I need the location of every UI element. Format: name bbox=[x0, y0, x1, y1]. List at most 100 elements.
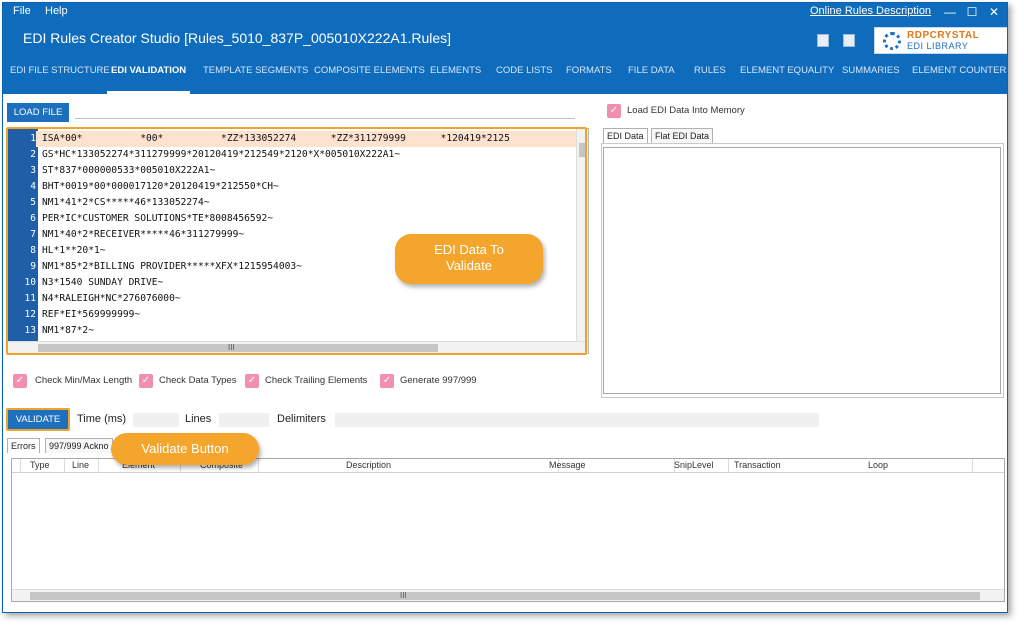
menu-file[interactable]: File bbox=[13, 5, 31, 17]
grid-horizontal-scrollbar[interactable]: III bbox=[12, 589, 1004, 601]
line-content: N4*RALEIGH*NC*276076000~ bbox=[42, 293, 181, 304]
scroll-grip: III bbox=[228, 343, 235, 352]
column-header-type[interactable]: Type bbox=[30, 460, 50, 470]
delimiters-value bbox=[335, 413, 819, 427]
tab-code-lists[interactable]: CODE LISTS bbox=[496, 58, 553, 94]
line-content: REF*EI*569999999~ bbox=[42, 309, 141, 320]
logo-text-top: RDPCRYSTAL bbox=[907, 30, 980, 41]
time-label: Time (ms) bbox=[77, 413, 127, 425]
line-number: 5 bbox=[30, 197, 36, 208]
rdpcrystal-logo: RDPCRYSTAL EDI LIBRARY bbox=[874, 27, 1007, 54]
online-rules-link[interactable]: Online Rules Description bbox=[810, 5, 931, 17]
editor-line[interactable]: 13 NM1*87*2~ bbox=[8, 323, 588, 339]
column-header-description[interactable]: Description bbox=[346, 460, 391, 470]
gear-logo-icon bbox=[883, 32, 901, 50]
column-header-message[interactable]: Message bbox=[549, 460, 586, 470]
line-number: 7 bbox=[30, 229, 36, 240]
editor-line[interactable]: 11 N4*RALEIGH*NC*276076000~ bbox=[8, 291, 588, 307]
column-separator[interactable] bbox=[258, 459, 259, 473]
tab-elements[interactable]: ELEMENTS bbox=[430, 58, 481, 94]
edi-data-view[interactable] bbox=[603, 147, 1001, 394]
column-header-transaction[interactable]: Transaction bbox=[734, 460, 781, 470]
tab-formats[interactable]: FORMATS bbox=[566, 58, 612, 94]
tab-file-data[interactable]: FILE DATA bbox=[628, 58, 675, 94]
line-number: 11 bbox=[24, 293, 36, 304]
validation-status-row: VALIDATE Time (ms) Lines Delimiters bbox=[3, 410, 1007, 430]
checkbox-checked-icon[interactable]: ✓ bbox=[139, 374, 153, 388]
file-path-field[interactable] bbox=[75, 118, 575, 119]
lines-label: Lines bbox=[185, 413, 212, 425]
tab-flat-edi-data[interactable]: Flat EDI Data bbox=[651, 128, 714, 143]
menu-bar: File Help Online Rules Description — ☐ ✕ bbox=[3, 3, 1007, 22]
column-separator[interactable] bbox=[972, 459, 973, 473]
editor-line[interactable]: 5 NM1*41*2*CS*****46*133052274~ bbox=[8, 195, 588, 211]
time-value bbox=[133, 413, 179, 427]
column-header-line[interactable]: Line bbox=[72, 460, 89, 470]
tab-errors[interactable]: Errors bbox=[7, 438, 40, 453]
tab-edi-file-structure[interactable]: EDI FILE STRUCTURE bbox=[10, 58, 110, 94]
checkbox-checked-icon[interactable]: ✓ bbox=[607, 104, 621, 118]
load-file-button[interactable]: LOAD FILE bbox=[7, 103, 69, 122]
column-separator[interactable] bbox=[98, 459, 99, 473]
line-number: 2 bbox=[30, 149, 36, 160]
app-title: EDI Rules Creator Studio [Rules_5010_837… bbox=[23, 30, 452, 46]
document-icon[interactable] bbox=[843, 34, 855, 47]
editor-horizontal-scrollbar[interactable]: III bbox=[8, 341, 588, 353]
title-bar: EDI Rules Creator Studio [Rules_5010_837… bbox=[3, 22, 1007, 58]
line-content: HL*1**20*1~ bbox=[42, 245, 106, 256]
validate-button[interactable]: VALIDATE bbox=[7, 410, 69, 430]
app-window: File Help Online Rules Description — ☐ ✕… bbox=[2, 2, 1008, 613]
line-content: ST*837*000000533*005010X222A1~ bbox=[42, 165, 216, 176]
editor-line[interactable]: 1 ISA*00* *00* *ZZ*133052274 *ZZ*31127999… bbox=[8, 131, 588, 147]
logo-text-bottom: EDI LIBRARY bbox=[907, 41, 969, 51]
tab-template-segments[interactable]: TEMPLATE SEGMENTS bbox=[203, 58, 308, 94]
maximize-icon[interactable]: ☐ bbox=[963, 3, 981, 21]
line-number: 4 bbox=[30, 181, 36, 192]
line-content: NM1*85*2*BILLING PROVIDER*****XFX*121595… bbox=[42, 261, 302, 272]
tab-edi-validation[interactable]: EDI VALIDATION bbox=[107, 58, 191, 94]
column-separator[interactable] bbox=[728, 459, 729, 473]
validate-callout: Validate Button bbox=[111, 433, 259, 465]
close-icon[interactable]: ✕ bbox=[985, 3, 1003, 21]
errors-grid[interactable]: Type Line Element Composite Description Messa… bbox=[11, 458, 1005, 602]
tab-composite-elements[interactable]: COMPOSITE ELEMENTS bbox=[314, 58, 425, 94]
checkbox-checked-icon[interactable]: ✓ bbox=[13, 374, 27, 388]
tab-element-equality[interactable]: ELEMENT EQUALITY bbox=[740, 58, 834, 94]
checkbox-checked-icon[interactable]: ✓ bbox=[380, 374, 394, 388]
line-content: PER*IC*CUSTOMER SOLUTIONS*TE*8008456592~ bbox=[42, 213, 274, 224]
column-header-loop[interactable]: Loop bbox=[868, 460, 888, 470]
line-number: 13 bbox=[24, 325, 36, 336]
edi-data-pane: EDI Data Flat EDI Data bbox=[601, 128, 1004, 398]
line-number: 9 bbox=[30, 261, 36, 272]
line-content: NM1*41*2*CS*****46*133052274~ bbox=[42, 197, 210, 208]
editor-line[interactable]: 4 BHT*0019*00*000017120*20120419*212550*C… bbox=[8, 179, 588, 195]
line-content: BHT*0019*00*000017120*20120419*212550*CH… bbox=[42, 181, 279, 192]
load-memory-label: Load EDI Data Into Memory bbox=[627, 105, 745, 116]
check-trailing-label: Check Trailing Elements bbox=[265, 375, 368, 386]
tab-edi-data[interactable]: EDI Data bbox=[603, 128, 648, 143]
line-number: 1 bbox=[8, 131, 36, 147]
menu-help[interactable]: Help bbox=[45, 5, 68, 17]
column-header-sniplevel[interactable]: SnipLevel bbox=[674, 460, 714, 470]
editor-line[interactable]: 2 GS*HC*133052274*311279999*20120419*2125… bbox=[8, 147, 588, 163]
checkbox-checked-icon[interactable]: ✓ bbox=[245, 374, 259, 388]
line-number: 8 bbox=[30, 245, 36, 256]
export-icon[interactable] bbox=[817, 34, 829, 47]
editor-vertical-scrollbar[interactable] bbox=[576, 129, 588, 341]
column-separator[interactable] bbox=[20, 459, 21, 473]
tab-rules[interactable]: RULES bbox=[694, 58, 726, 94]
editor-line[interactable]: 6 PER*IC*CUSTOMER SOLUTIONS*TE*8008456592… bbox=[8, 211, 588, 227]
editor-line[interactable]: 3 ST*837*000000533*005010X222A1~ bbox=[8, 163, 588, 179]
column-separator[interactable] bbox=[64, 459, 65, 473]
delimiters-label: Delimiters bbox=[277, 413, 326, 425]
tab-997-999-ack[interactable]: 997/999 Ackno bbox=[45, 438, 113, 453]
minimize-icon[interactable]: — bbox=[941, 3, 959, 21]
tab-element-counters[interactable]: ELEMENT COUNTERS bbox=[912, 58, 1007, 94]
edi-data-callout: EDI Data To Validate bbox=[395, 234, 543, 284]
tab-summaries[interactable]: SUMMARIES bbox=[842, 58, 900, 94]
validate-callout-text: Validate Button bbox=[141, 441, 229, 456]
check-generate-label: Generate 997/999 bbox=[400, 375, 477, 386]
edi-data-callout-text: EDI Data To Validate bbox=[434, 242, 504, 273]
line-content: GS*HC*133052274*311279999*20120419*21254… bbox=[42, 149, 401, 160]
editor-line[interactable]: 12 REF*EI*569999999~ bbox=[8, 307, 588, 323]
